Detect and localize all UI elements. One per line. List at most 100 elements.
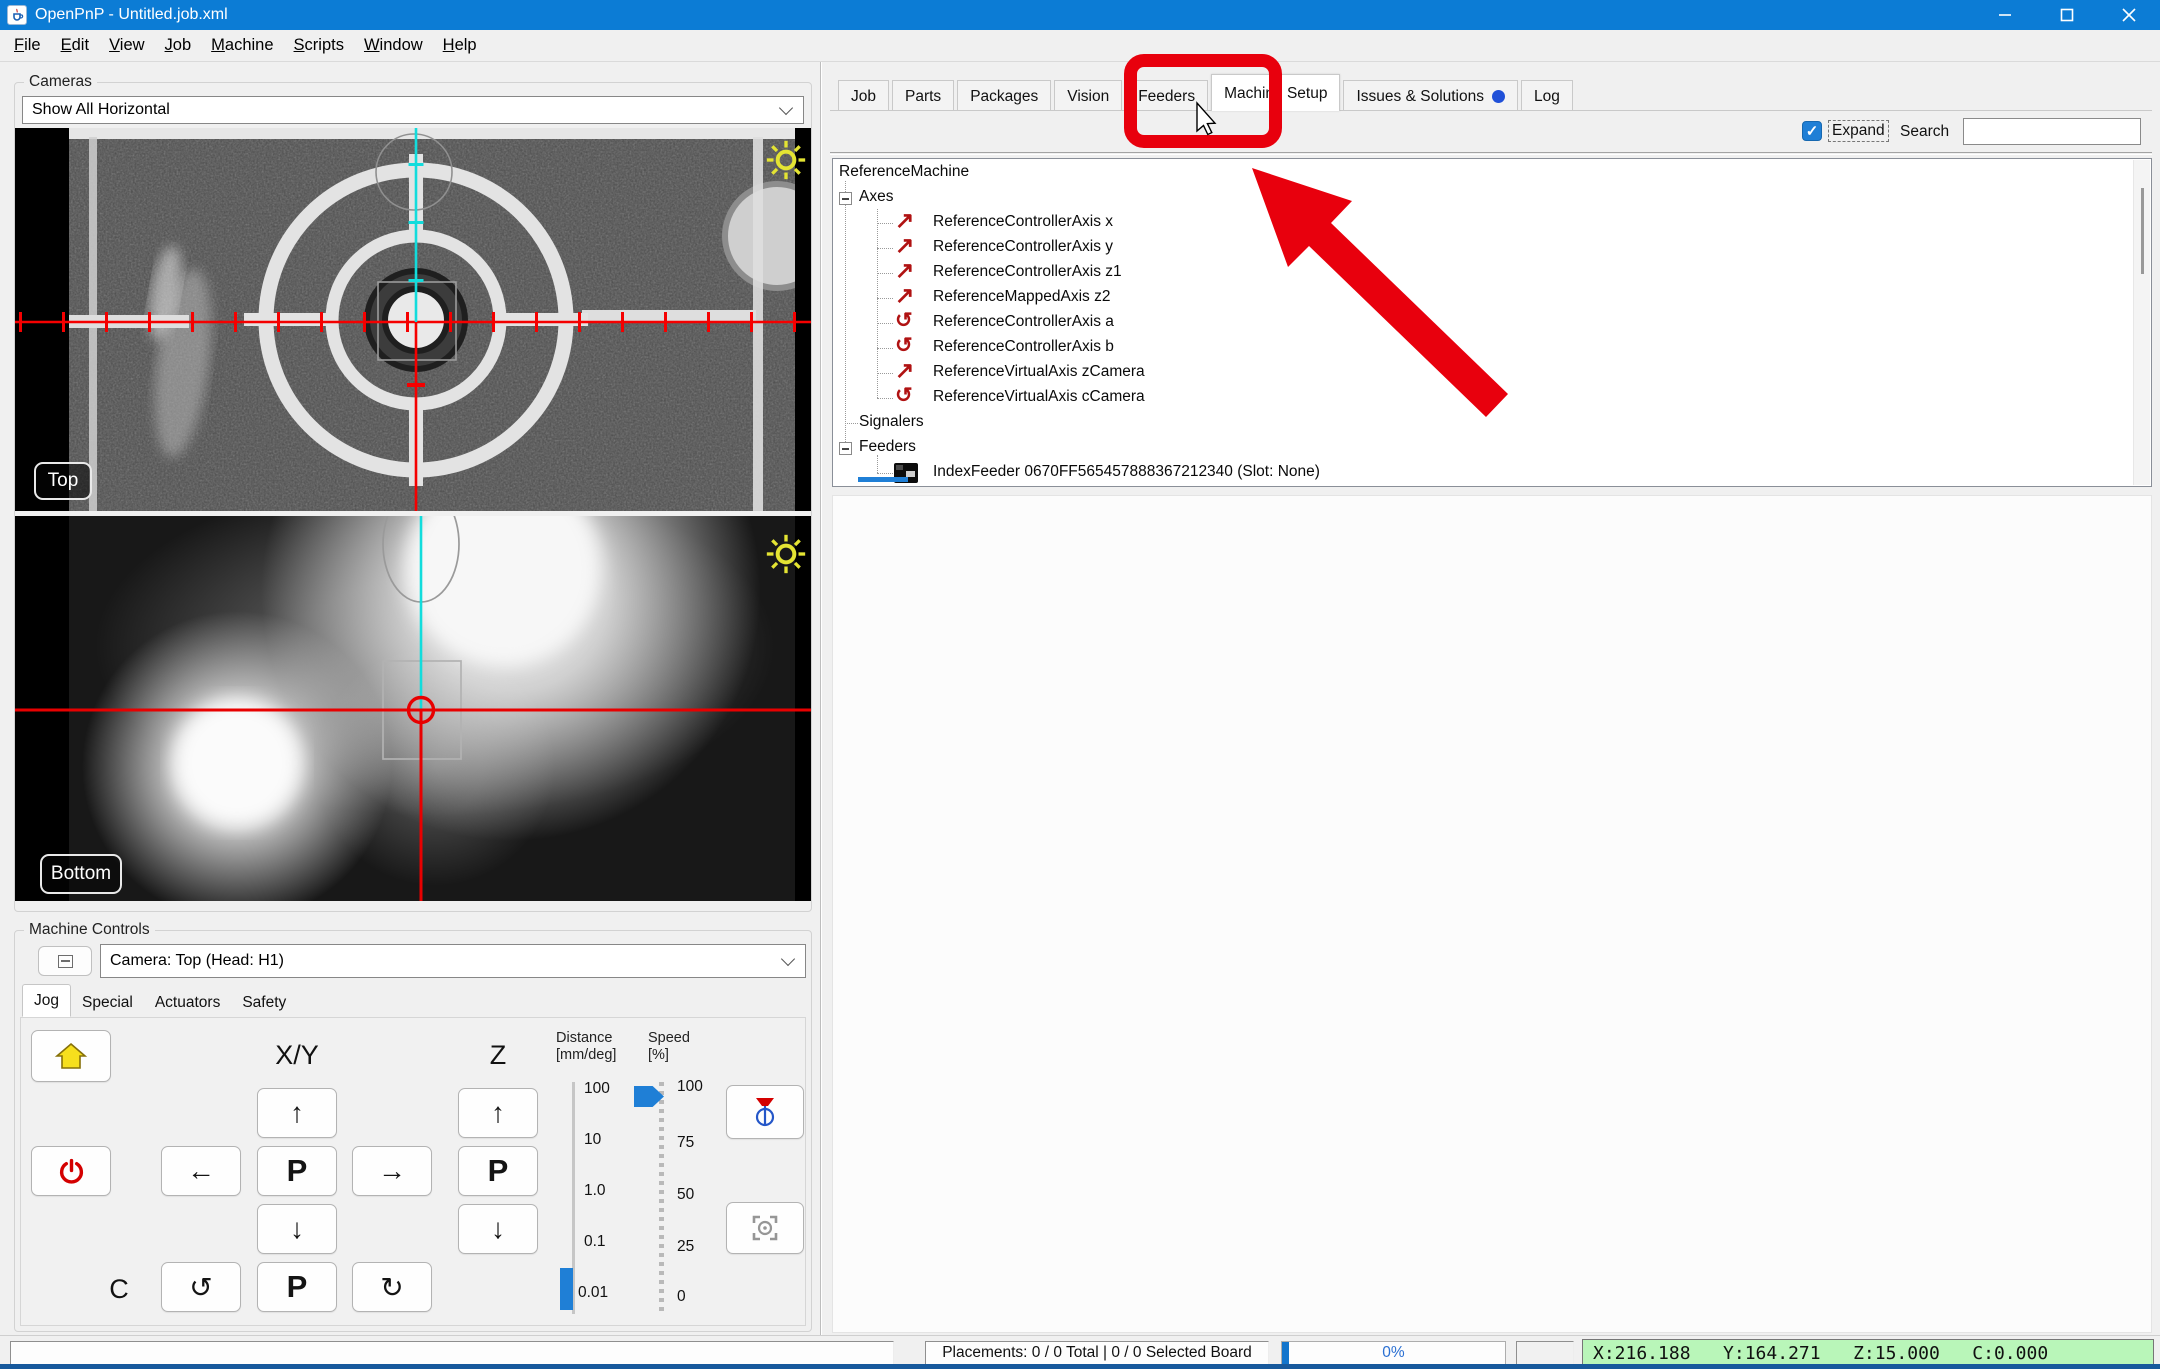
tree-scrollbar-thumb[interactable]	[2141, 188, 2144, 274]
panel-splitter[interactable]	[820, 62, 822, 1335]
menu-window[interactable]: Window	[354, 36, 433, 55]
xy-up-button[interactable]: ↑	[257, 1088, 337, 1138]
tree-node-axis-ccamera[interactable]: ↺ReferenceVirtualAxis cCamera	[833, 386, 2151, 411]
collapse-expander-icon[interactable]	[839, 442, 852, 455]
home-icon	[54, 1041, 88, 1071]
xy-position-button[interactable]: P	[257, 1146, 337, 1196]
tab-parts[interactable]: Parts	[892, 80, 954, 111]
tab-issues-solutions[interactable]: Issues & Solutions	[1343, 80, 1518, 111]
tab-feeders[interactable]: Feeders	[1125, 80, 1208, 111]
tab-machine-setup[interactable]: Machine Setup	[1211, 74, 1340, 111]
head-camera-selector[interactable]: Camera: Top (Head: H1)	[100, 944, 806, 978]
tree-node-axis-b[interactable]: ↺ReferenceControllerAxis b	[833, 336, 2151, 361]
xy-down-button[interactable]: ↓	[257, 1204, 337, 1254]
z-up-button[interactable]: ↑	[458, 1088, 538, 1138]
z-position-button[interactable]: P	[458, 1146, 538, 1196]
chevron-down-icon	[779, 101, 793, 115]
speed-slider[interactable]	[659, 1082, 664, 1314]
capture-frame-icon	[750, 1213, 780, 1243]
c-position-button[interactable]: P	[257, 1262, 337, 1312]
z-label: Z	[458, 1040, 538, 1071]
menu-bar: File Edit View Job Machine Scripts Windo…	[0, 30, 2160, 62]
brightness-icon	[766, 534, 806, 574]
top-camera-view[interactable]	[15, 128, 811, 511]
z-down-button[interactable]: ↓	[458, 1204, 538, 1254]
tree-node-axis-zcamera[interactable]: ↗ReferenceVirtualAxis zCamera	[833, 361, 2151, 386]
tree-node-feeders[interactable]: Feeders	[833, 436, 2151, 461]
tree-node-axis-z2[interactable]: ↗ReferenceMappedAxis z2	[833, 286, 2151, 311]
chevron-down-icon	[781, 952, 795, 966]
tree-node-signalers[interactable]: Signalers	[833, 411, 2151, 436]
home-button[interactable]	[31, 1030, 111, 1082]
rotate-cw-icon: ↻	[380, 1271, 403, 1304]
bottom-camera-view[interactable]	[15, 516, 811, 901]
tree-node-indexfeeder[interactable]: IndexFeeder 0670FF565457888367212340 (Sl…	[833, 461, 2151, 486]
nozzle-target-icon	[752, 1096, 778, 1128]
c-clockwise-button[interactable]: ↻	[352, 1262, 432, 1312]
tab-job[interactable]: Job	[838, 80, 889, 111]
linear-axis-icon: ↗	[895, 258, 914, 283]
position-dro: X:216.188 Y:164.271 Z:15.000 C:0.000	[1582, 1339, 2154, 1367]
tree-node-axis-y[interactable]: ↗ReferenceControllerAxis y	[833, 236, 2151, 261]
brightness-icon	[766, 140, 806, 180]
tab-log[interactable]: Log	[1521, 80, 1573, 111]
title-bar: OpenPnP - Untitled.job.xml	[0, 0, 2160, 30]
up-arrow-icon: ↑	[290, 1097, 304, 1129]
power-button[interactable]	[31, 1146, 111, 1196]
speed-tick: 100	[677, 1078, 703, 1096]
menu-help[interactable]: Help	[433, 36, 487, 55]
tree-node-root[interactable]: ReferenceMachine	[833, 161, 2151, 186]
distance-slider-thumb[interactable]	[560, 1268, 573, 1310]
tab-actuators[interactable]: Actuators	[144, 988, 231, 1017]
tab-safety[interactable]: Safety	[231, 988, 297, 1017]
tab-packages[interactable]: Packages	[957, 80, 1051, 111]
tree-node-axis-a[interactable]: ↺ReferenceControllerAxis a	[833, 311, 2151, 336]
down-arrow-icon: ↓	[290, 1213, 304, 1245]
tree-node-axis-x[interactable]: ↗ReferenceControllerAxis x	[833, 211, 2151, 236]
power-icon	[58, 1158, 85, 1185]
menu-view[interactable]: View	[99, 36, 154, 55]
rotary-axis-icon: ↺	[895, 383, 913, 408]
xy-left-button[interactable]: ←	[161, 1146, 241, 1196]
search-input[interactable]	[1963, 118, 2141, 145]
tree-node-axis-z1[interactable]: ↗ReferenceControllerAxis z1	[833, 261, 2151, 286]
up-arrow-icon: ↑	[491, 1097, 505, 1129]
maximize-button[interactable]	[2036, 0, 2098, 30]
collapse-expander-icon[interactable]	[839, 192, 852, 205]
menu-edit[interactable]: Edit	[51, 36, 99, 55]
progress-label: 0%	[1282, 1344, 1505, 1362]
close-button[interactable]	[2098, 0, 2160, 30]
menu-file[interactable]: File	[4, 36, 51, 55]
xy-label: X/Y	[227, 1040, 367, 1071]
tree-selection-indicator	[858, 477, 908, 482]
camera-view-selector[interactable]: Show All Horizontal	[22, 96, 804, 124]
bottom-camera-label: Bottom	[40, 854, 122, 894]
menu-scripts[interactable]: Scripts	[284, 36, 354, 55]
tree-scrollbar[interactable]	[2133, 160, 2150, 485]
distance-label: Distance	[556, 1030, 616, 1047]
cameras-panel-title: Cameras	[24, 73, 97, 91]
speed-tick: 0	[677, 1288, 686, 1306]
xy-right-button[interactable]: →	[352, 1146, 432, 1196]
c-counterclockwise-button[interactable]: ↺	[161, 1262, 241, 1312]
menu-machine[interactable]: Machine	[201, 36, 283, 55]
collapse-button[interactable]	[38, 946, 92, 976]
search-label: Search	[1900, 123, 1949, 141]
expand-checkbox-label[interactable]: Expand	[1828, 120, 1889, 142]
tab-jog[interactable]: Jog	[22, 984, 71, 1017]
distance-unit-label: [mm/deg]	[556, 1047, 616, 1064]
right-arrow-icon: →	[378, 1155, 406, 1187]
minimize-button[interactable]	[1974, 0, 2036, 30]
rotary-axis-icon: ↺	[895, 308, 913, 333]
tab-special[interactable]: Special	[71, 988, 144, 1017]
capture-camera-button[interactable]	[726, 1202, 804, 1254]
linear-axis-icon: ↗	[895, 208, 914, 233]
expand-checkbox[interactable]: ✓	[1802, 121, 1822, 141]
checkbox-check-icon: ✓	[1806, 122, 1819, 140]
tree-node-axes[interactable]: Axes	[833, 186, 2151, 211]
nozzle-target-button[interactable]	[726, 1085, 804, 1139]
menu-job[interactable]: Job	[155, 36, 202, 55]
distance-tick: 100	[584, 1080, 610, 1098]
linear-axis-icon: ↗	[895, 283, 914, 308]
tab-vision[interactable]: Vision	[1054, 80, 1122, 111]
